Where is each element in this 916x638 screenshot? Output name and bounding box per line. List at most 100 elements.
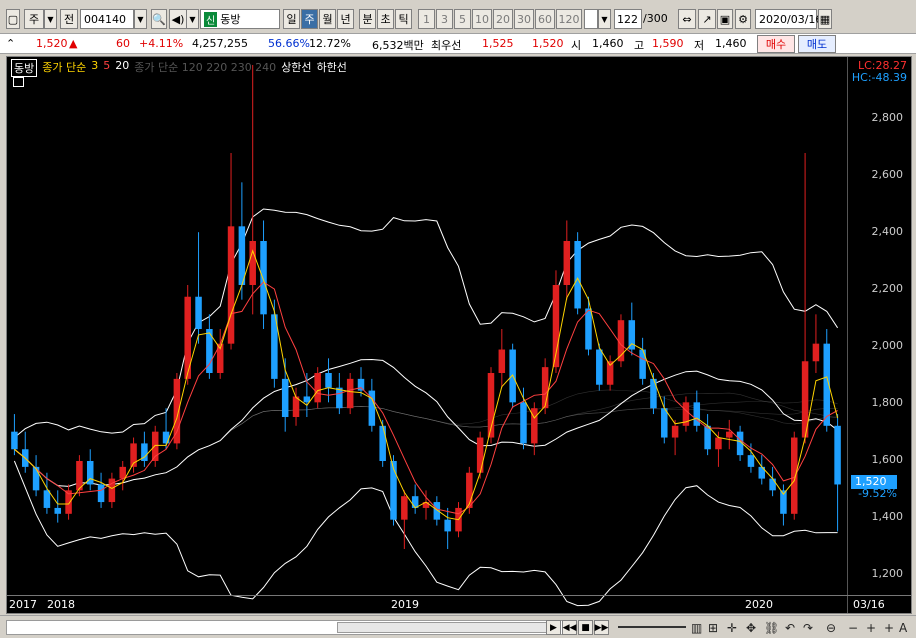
candle-body[interactable] [325,373,332,388]
candle-body[interactable] [747,455,755,467]
candle-body[interactable] [563,241,571,285]
crosshair-icon[interactable]: ✛ [727,621,737,635]
candle-body[interactable] [661,408,668,438]
candle-body[interactable] [195,296,202,329]
candle-body[interactable] [585,308,592,350]
chart-scrollbar[interactable] [6,620,574,635]
buy-button[interactable]: 매수 [757,35,795,53]
candle-body[interactable] [791,437,798,514]
candle-body[interactable] [336,387,343,409]
candle-body[interactable] [693,402,701,426]
candle-body[interactable] [650,378,657,409]
compare-icon[interactable]: ⇔ [678,9,696,29]
interval-30-button[interactable]: 30 [514,9,534,29]
candle-body[interactable] [281,378,289,417]
candle-body[interactable] [769,478,776,491]
interval-1-button[interactable]: 1 [418,9,435,29]
candle-body[interactable] [119,466,126,479]
interval-3-button[interactable]: 3 [436,9,453,29]
candle-body[interactable] [715,437,722,450]
minimize-icon[interactable]: − [848,621,858,635]
candle-body[interactable] [726,431,733,438]
link-icon[interactable]: ⛓ [764,621,779,635]
interval-60-button[interactable]: 60 [535,9,555,29]
draw-line-icon[interactable]: ↗ [698,9,716,29]
stock-name-field[interactable]: 신 동방 [200,9,280,29]
sell-button[interactable]: 매도 [798,35,836,53]
fast-forward-icon[interactable]: ▶▶ [594,620,609,635]
date-input[interactable]: 2020/03/16 [755,9,822,29]
period-month-button[interactable]: 월 [319,9,336,29]
interval-5-button[interactable]: 5 [454,9,471,29]
candle-body[interactable] [314,373,321,403]
candlestick-chart[interactable]: 동방 종가 단순 3 5 20 종가 단순 120 220 230 240 상한… [6,56,912,614]
chevron-down-icon[interactable]: ▼ [134,9,147,29]
candle-body[interactable] [249,241,256,285]
candle-body[interactable] [596,349,603,385]
candle-body[interactable] [639,349,646,379]
candle-body[interactable] [227,226,235,344]
search-icon[interactable]: 🔍 [151,9,167,29]
candle-body[interactable] [11,431,18,450]
candle-body[interactable] [54,507,61,514]
calendar-icon[interactable]: ▦ [818,9,832,29]
zoom-in-icon[interactable]: + [884,621,894,635]
chevron-up-icon[interactable]: ⌃ [6,37,15,50]
chevron-down-icon[interactable]: ▼ [598,9,611,29]
candle-body[interactable] [260,241,267,315]
table-icon[interactable] [13,77,24,87]
candle-body[interactable] [379,425,386,461]
stop-icon[interactable]: ■ [578,620,593,635]
gear-icon[interactable]: ⚙ [735,9,751,29]
legend-stock-name[interactable]: 동방 [11,59,38,77]
candle-body[interactable] [401,496,408,520]
candle-body[interactable] [444,519,451,532]
period-year-button[interactable]: 년 [337,9,354,29]
candle-body[interactable] [357,378,365,391]
window-icon[interactable]: ▢ [6,9,20,29]
chevron-down-icon[interactable]: ▼ [44,9,57,29]
bar-chart-icon[interactable]: ▥ [691,621,702,635]
chevron-down-icon[interactable]: ▼ [186,9,199,29]
interval-20-button[interactable]: 20 [493,9,513,29]
candle-body[interactable] [433,502,441,520]
save-icon[interactable]: ▣ [717,9,733,29]
candle-body[interactable] [97,484,105,503]
candle-body[interactable] [574,241,581,309]
candle-body[interactable] [671,425,679,438]
candle-body[interactable] [520,402,527,444]
candle-body[interactable] [173,378,181,444]
candle-body[interactable] [834,425,841,485]
candle-body[interactable] [43,490,51,508]
undo-icon[interactable]: ↶ [785,621,795,635]
grid-icon[interactable]: ⊞ [708,621,718,635]
candle-body[interactable] [541,367,549,409]
market-select[interactable]: 주 [24,9,44,29]
all-button[interactable]: 전 [60,9,78,29]
candle-body[interactable] [346,378,354,409]
scrollbar-thumb[interactable] [337,622,559,633]
period-day-button[interactable]: 일 [283,9,300,29]
candle-body[interactable] [812,343,820,362]
zoom-slider[interactable] [618,626,686,628]
count-input[interactable]: 122 [614,9,642,29]
speaker-icon[interactable]: ◀) [169,9,187,29]
tick-button[interactable]: 틱 [395,9,412,29]
rewind-icon[interactable]: ◀◀ [562,620,577,635]
zoom-out-icon[interactable]: ⊖ [826,621,836,635]
scroll-right-icon[interactable]: ▶ [546,620,561,635]
candle-body[interactable] [498,349,506,373]
candle-body[interactable] [704,425,711,450]
redo-icon[interactable]: ↷ [803,621,813,635]
second-button[interactable]: 초 [377,9,394,29]
interval-10-button[interactable]: 10 [472,9,492,29]
candle-body[interactable] [476,437,484,473]
pan-icon[interactable]: ✥ [746,621,756,635]
font-size-icon[interactable]: A [899,621,907,635]
interval-120-button[interactable]: 120 [556,9,582,29]
minute-button[interactable]: 분 [359,9,376,29]
period-week-button[interactable]: 주 [301,9,318,29]
maximize-icon[interactable]: + [866,621,876,635]
custom-interval-input[interactable] [584,9,598,29]
candle-body[interactable] [238,226,246,285]
